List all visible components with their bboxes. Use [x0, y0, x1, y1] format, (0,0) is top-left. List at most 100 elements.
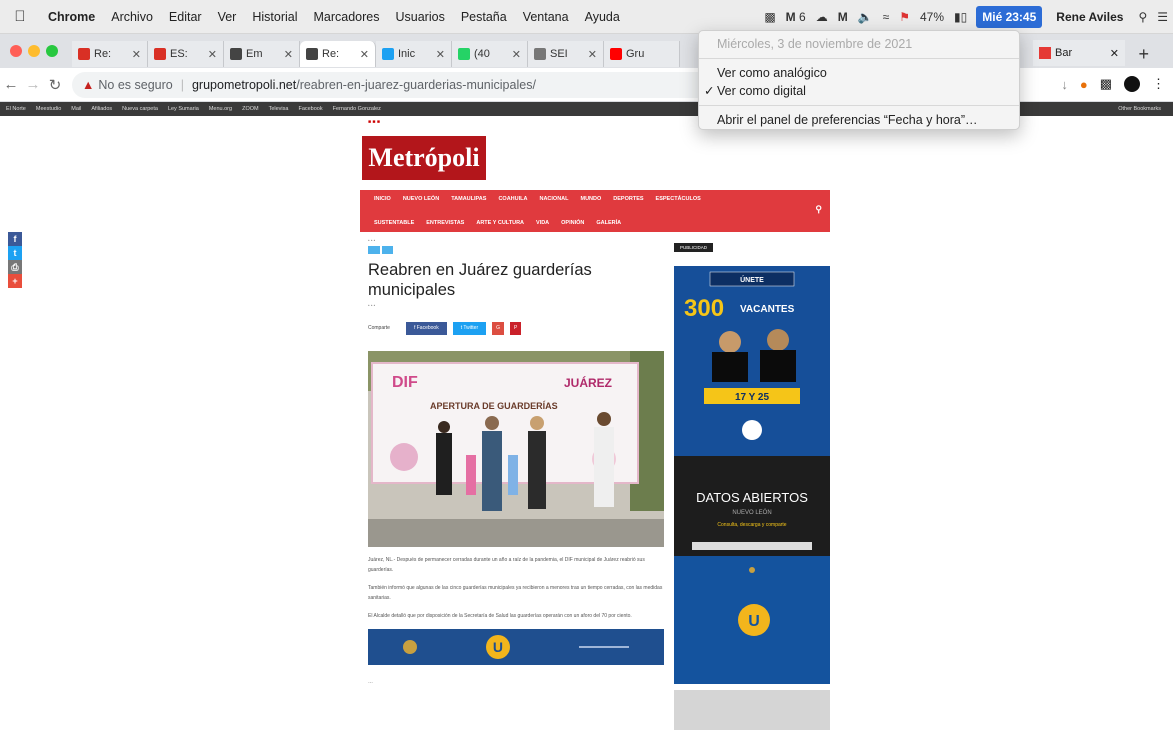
chrome-menu-icon[interactable]: ⋮ — [1152, 76, 1165, 92]
other-bookmarks[interactable]: Other Bookmarks — [1118, 106, 1161, 112]
browser-tab[interactable]: (40 ✕ — [452, 41, 528, 67]
menu-marcadores[interactable]: Marcadores — [306, 10, 388, 24]
close-tab-icon[interactable]: ✕ — [132, 48, 141, 61]
profile-avatar[interactable] — [1124, 76, 1140, 92]
nav-item[interactable]: NUEVO LEÓN — [403, 196, 439, 202]
site-logo[interactable]: Metrópoli — [362, 136, 486, 180]
twitter-share-icon[interactable]: t — [8, 246, 22, 260]
site-search-icon[interactable]: ⚲ — [815, 204, 822, 215]
close-tab-icon[interactable]: ✕ — [1110, 47, 1119, 60]
more-share-icon[interactable]: + — [8, 274, 22, 288]
bookmark[interactable]: Ley Sumaria — [168, 106, 199, 112]
close-tab-icon[interactable]: ✕ — [360, 48, 369, 61]
close-tab-icon[interactable]: ✕ — [436, 48, 445, 61]
nav-item[interactable]: ARTE Y CULTURA — [476, 220, 524, 226]
apple-icon[interactable]:  — [0, 8, 40, 25]
new-tab-button[interactable]: + — [1138, 44, 1149, 65]
menu-app-chrome[interactable]: Chrome — [40, 10, 103, 24]
extensions-puzzle-icon[interactable]: ▩ — [1100, 76, 1112, 92]
nav-item[interactable]: COAHUILA — [498, 196, 527, 202]
menubar-clock[interactable]: Mié 23:45 — [976, 5, 1043, 28]
category-tag[interactable] — [368, 246, 381, 254]
bookmark[interactable]: El Norte — [6, 106, 26, 112]
inline-banner-ad[interactable]: U — [368, 629, 664, 665]
recruitment-ad[interactable]: ÚNETE 300 VACANTES 17 Y 25 — [674, 266, 830, 456]
browser-tab[interactable]: Re: ✕ — [72, 41, 148, 67]
bookmark[interactable]: Nueva carpeta — [122, 106, 158, 112]
menu-historial[interactable]: Historial — [244, 10, 305, 24]
browser-tab[interactable]: Inic ✕ — [376, 41, 452, 67]
menu-ventana[interactable]: Ventana — [515, 10, 577, 24]
minimize-window-button[interactable] — [28, 45, 40, 57]
pinterest-share-button[interactable]: P — [510, 321, 522, 335]
close-tab-icon[interactable]: ✕ — [284, 48, 293, 61]
nav-item[interactable]: OPINIÓN — [561, 220, 584, 226]
bookmark[interactable]: Televisa — [269, 106, 289, 112]
bookmark[interactable]: Fernando Gonzalez — [333, 106, 381, 112]
nav-item[interactable]: NACIONAL — [539, 196, 568, 202]
bookmark[interactable]: Mail — [71, 106, 81, 112]
browser-tab-active[interactable]: Re: ✕ — [300, 41, 376, 67]
warning-icon[interactable]: ▲ — [82, 78, 94, 92]
browser-tab[interactable]: SEI ✕ — [528, 41, 604, 67]
print-share-icon[interactable]: ⎙ — [8, 260, 22, 274]
menu-ver[interactable]: Ver — [210, 10, 245, 24]
nav-item[interactable]: DEPORTES — [613, 196, 643, 202]
close-tab-icon[interactable]: ✕ — [208, 48, 217, 61]
wifi-icon[interactable]: ≈ — [878, 10, 895, 24]
bookmark[interactable]: Meestudio — [36, 106, 61, 112]
close-tab-icon[interactable]: ✕ — [512, 48, 521, 61]
nav-item[interactable]: MUNDO — [581, 196, 602, 202]
bookmark[interactable]: ZOOM — [242, 106, 259, 112]
nav-item[interactable]: ENTREVISTAS — [426, 220, 464, 226]
browser-tab[interactable]: Gru — [604, 41, 680, 67]
zoom-window-button[interactable] — [46, 45, 58, 57]
nav-item[interactable]: SUSTENTABLE — [374, 220, 414, 226]
menu-pestana[interactable]: Pestaña — [453, 10, 515, 24]
facebook-share-icon[interactable]: f — [8, 232, 22, 246]
twitter-share-button[interactable]: t Twitter — [452, 321, 487, 335]
volume-icon[interactable]: 🔈 — [853, 10, 878, 24]
mail-status-icon[interactable]: M 6 — [781, 10, 811, 24]
insecure-label[interactable]: No es seguro — [98, 78, 172, 92]
browser-tab[interactable]: Bar ✕ — [1033, 40, 1125, 66]
university-ad[interactable]: U — [674, 556, 830, 684]
extension-fire-icon[interactable]: ● — [1080, 77, 1088, 92]
facebook-share-button[interactable]: f Facebook — [405, 321, 447, 335]
reload-button[interactable]: ↻ — [44, 76, 66, 94]
car-ad[interactable] — [674, 690, 830, 730]
nav-item[interactable]: INICIO — [374, 196, 391, 202]
menu-item-date-preferences[interactable]: Abrir el panel de preferencias “Fecha y … — [699, 111, 1019, 129]
puzzle-status-icon[interactable]: ▩ — [759, 10, 780, 24]
menubar-user[interactable]: Rene Aviles — [1046, 10, 1133, 24]
close-window-button[interactable] — [10, 45, 22, 57]
bookmark[interactable]: Menu.org — [209, 106, 232, 112]
browser-tab[interactable]: ES: ✕ — [148, 41, 224, 67]
cloud-icon[interactable]: ☁ — [811, 10, 833, 24]
menu-ayuda[interactable]: Ayuda — [577, 10, 628, 24]
address-bar[interactable]: ▲ No es seguro | grupometropoli.net/reab… — [72, 71, 722, 98]
search-icon[interactable]: ⚲ — [1133, 10, 1152, 24]
menu-editar[interactable]: Editar — [161, 10, 210, 24]
menu-item-analog[interactable]: Ver como analógico — [699, 64, 1019, 82]
bookmark[interactable]: Afiliados — [91, 106, 112, 112]
control-center-icon[interactable]: ☰ — [1152, 10, 1173, 24]
menu-usuarios[interactable]: Usuarios — [388, 10, 453, 24]
flag-icon[interactable]: ⚑ — [894, 10, 915, 24]
back-button[interactable]: ← — [0, 76, 22, 93]
nav-item[interactable]: TAMAULIPAS — [451, 196, 486, 202]
menu-item-digital[interactable]: ✓ Ver como digital — [699, 82, 1019, 100]
browser-tab[interactable]: Em ✕ — [224, 41, 300, 67]
nav-item[interactable]: ESPECTÁCULOS — [656, 196, 701, 202]
open-data-ad[interactable]: DATOS ABIERTOS NUEVO LEÓN Consulta, desc… — [674, 456, 830, 556]
nav-item[interactable]: VIDA — [536, 220, 549, 226]
close-tab-icon[interactable]: ✕ — [588, 48, 597, 61]
battery-icon[interactable]: ▮▯ — [949, 10, 972, 24]
gmail-status-icon[interactable]: M — [833, 10, 853, 24]
category-tag[interactable] — [382, 246, 394, 254]
google-share-button[interactable]: G — [492, 321, 505, 335]
bookmark[interactable]: Facebook — [298, 106, 322, 112]
menu-archivo[interactable]: Archivo — [103, 10, 161, 24]
download-icon[interactable]: ↓ — [1061, 77, 1068, 92]
forward-button[interactable]: → — [22, 76, 44, 93]
